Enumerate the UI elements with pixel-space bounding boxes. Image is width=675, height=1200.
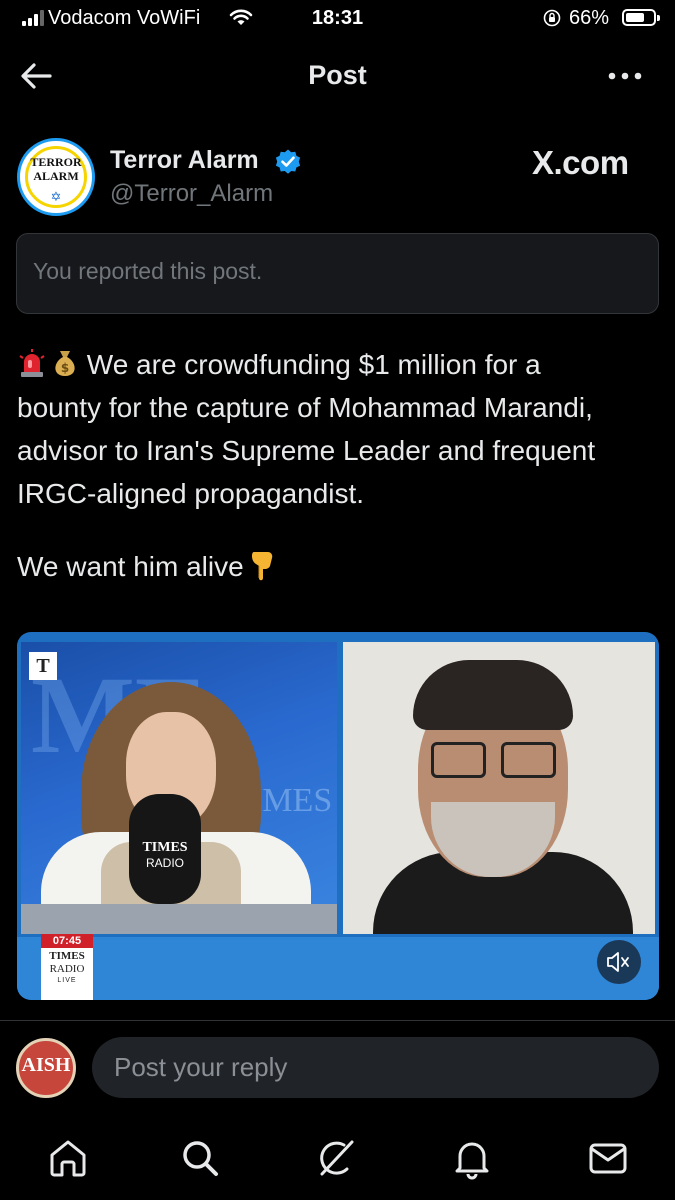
microphone: TIMES RADIO xyxy=(129,794,201,904)
tweet-line-4: IRGC-aligned propagandist. xyxy=(17,478,365,509)
avatar-star: ✡ xyxy=(50,189,62,204)
live-badge-radio: RADIO xyxy=(49,963,85,975)
siren-emoji xyxy=(19,349,45,377)
svg-text:$: $ xyxy=(61,361,69,375)
battery-icon xyxy=(622,9,660,26)
rotation-lock-icon xyxy=(543,9,561,27)
tweet-body: $ We are crowdfunding $1 million for a b… xyxy=(17,343,662,515)
tweet-line-1-text: We are crowdfunding $1 million for a xyxy=(86,349,541,380)
notifications-icon[interactable] xyxy=(450,1136,494,1180)
video-left-panel-presenter: ME IMES T TIMES RADIO xyxy=(21,642,337,934)
reported-notice: You reported this post. xyxy=(16,233,659,314)
pointing-down-emoji xyxy=(251,552,272,581)
verified-badge-icon xyxy=(275,149,301,174)
tweet-line-1: $ We are crowdfunding $1 million for a xyxy=(17,343,662,386)
reported-notice-text: You reported this post. xyxy=(33,258,263,284)
live-time: 07:45 xyxy=(41,934,93,948)
times-t-logo: T xyxy=(29,652,57,680)
status-bar: Vodacom VoWiFi 18:31 66% xyxy=(0,0,675,40)
video-right-panel-guest xyxy=(343,642,655,934)
avatar-text-line2: ALARM xyxy=(33,169,79,183)
author-name[interactable]: Terror Alarm xyxy=(110,146,259,175)
times-radio-live-badge: 07:45 TIMES RADIO LIVE xyxy=(41,934,93,1000)
xcom-watermark: X.com xyxy=(532,144,629,181)
guest-glasses-right xyxy=(501,742,556,778)
video-lower-bar xyxy=(17,937,659,1000)
tweet-line-2: bounty for the capture of Mohammad Maran… xyxy=(17,392,593,423)
current-user-avatar[interactable]: AISH xyxy=(16,1038,76,1098)
mute-toggle-button[interactable] xyxy=(597,940,641,984)
tweet-line-3: advisor to Iran's Supreme Leader and fre… xyxy=(17,435,596,466)
mic-label-line1: TIMES xyxy=(142,840,188,855)
search-icon[interactable] xyxy=(178,1136,222,1180)
guest-glasses-left xyxy=(431,742,486,778)
guest-hair xyxy=(413,660,573,730)
reply-input[interactable] xyxy=(92,1037,659,1098)
money-bag-emoji: $ xyxy=(55,351,75,376)
tweet-line-5: We want him alive xyxy=(17,550,276,583)
messages-icon[interactable] xyxy=(586,1136,630,1180)
more-horizontal-icon[interactable] xyxy=(606,64,644,88)
top-navigation-bar: Post xyxy=(0,50,675,102)
live-badge-times: TIMES xyxy=(49,950,85,962)
author-avatar[interactable]: TERROR ALARM ✡ xyxy=(17,138,95,216)
current-user-avatar-text: AISH xyxy=(21,1054,71,1076)
tweet-line-5-text: We want him alive xyxy=(17,551,244,582)
studio-background-text: IMES xyxy=(251,782,333,819)
author-handle[interactable]: @Terror_Alarm xyxy=(110,180,273,208)
mic-label-line2: RADIO xyxy=(145,856,184,870)
video-player[interactable]: ME IMES T TIMES RADIO 07:45 TIMES RADIO … xyxy=(17,632,659,1000)
divider xyxy=(0,1020,675,1021)
page-title: Post xyxy=(308,60,367,90)
studio-desk xyxy=(21,904,337,934)
battery-percent: 66% xyxy=(569,7,610,29)
home-icon[interactable] xyxy=(46,1136,90,1180)
grok-icon[interactable] xyxy=(314,1136,358,1180)
live-badge-live: LIVE xyxy=(57,977,77,984)
avatar-text-line1: TERROR xyxy=(30,155,82,169)
volume-muted-icon xyxy=(607,952,629,972)
bottom-navigation-bar xyxy=(0,1120,675,1200)
